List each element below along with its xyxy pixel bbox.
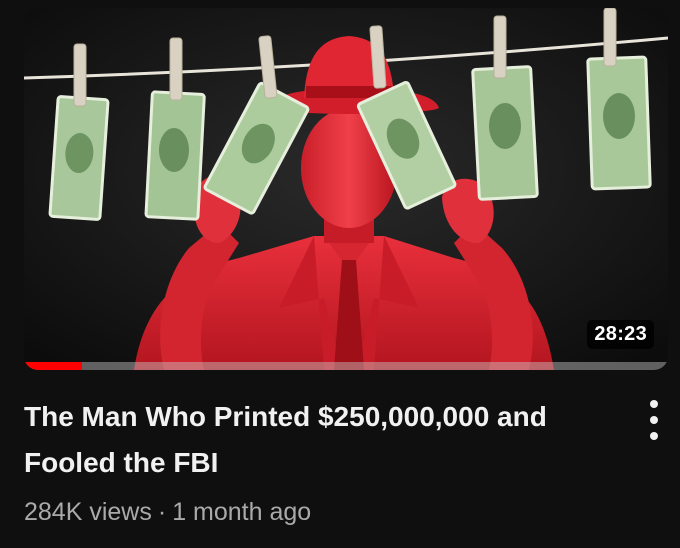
watch-progress-bar	[24, 362, 668, 370]
view-count: 284K views	[24, 498, 152, 526]
menu-dot	[650, 416, 658, 424]
duration-badge: 28:23	[587, 320, 654, 349]
watch-progress-fill	[24, 362, 82, 370]
banknote-6	[586, 55, 652, 191]
banknote-2	[144, 90, 206, 221]
publish-date: 1 month ago	[172, 498, 312, 526]
thumbnail-illustration	[24, 8, 668, 370]
banknote-5	[471, 65, 539, 201]
banknote-1	[48, 95, 110, 221]
video-title[interactable]: The Man Who Printed $250,000,000 and Foo…	[24, 394, 584, 486]
meta-separator: ·	[157, 498, 167, 526]
video-metadata: 284K views · 1 month ago	[24, 492, 311, 532]
video-thumbnail[interactable]: 28:23	[24, 8, 668, 370]
menu-dot	[650, 432, 658, 440]
more-vert-icon[interactable]	[638, 400, 670, 440]
menu-dot	[650, 400, 658, 408]
video-card[interactable]: 28:23 The Man Who Printed $250,000,000 a…	[0, 0, 680, 548]
